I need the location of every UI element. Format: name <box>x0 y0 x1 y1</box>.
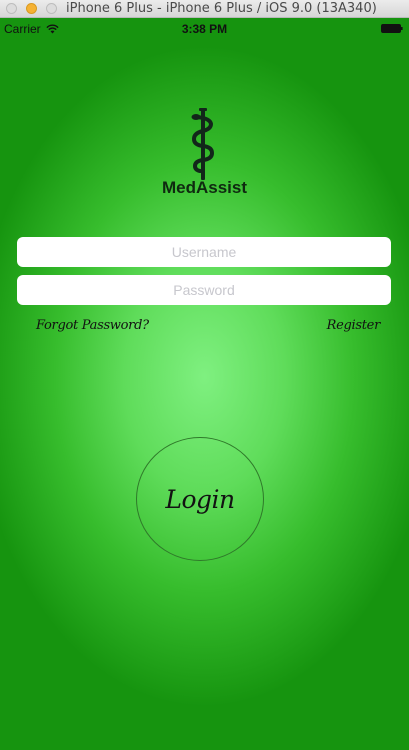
status-time: 3:38 PM <box>181 22 228 36</box>
title-bar: iPhone 6 Plus - iPhone 6 Plus / iOS 9.0 … <box>0 0 409 18</box>
app-screen: Carrier 3:38 PM MedAssist Fo <box>0 18 409 750</box>
register-link[interactable]: Register <box>327 318 381 333</box>
password-field[interactable] <box>17 275 391 305</box>
battery-icon <box>381 24 403 33</box>
login-button-label: Login <box>165 484 235 514</box>
minimize-window-button[interactable] <box>26 3 37 14</box>
caduceus-icon <box>191 108 215 180</box>
username-field[interactable] <box>17 237 391 267</box>
close-window-button[interactable] <box>6 3 17 14</box>
forgot-password-link[interactable]: Forgot Password? <box>36 318 149 333</box>
login-button[interactable]: Login <box>136 437 264 561</box>
app-title: MedAssist <box>161 178 248 197</box>
window-title: iPhone 6 Plus - iPhone 6 Plus / iOS 9.0 … <box>66 1 377 16</box>
simulator-window: iPhone 6 Plus - iPhone 6 Plus / iOS 9.0 … <box>0 0 409 750</box>
status-bar: Carrier 3:38 PM <box>0 18 409 40</box>
zoom-window-button[interactable] <box>46 3 57 14</box>
